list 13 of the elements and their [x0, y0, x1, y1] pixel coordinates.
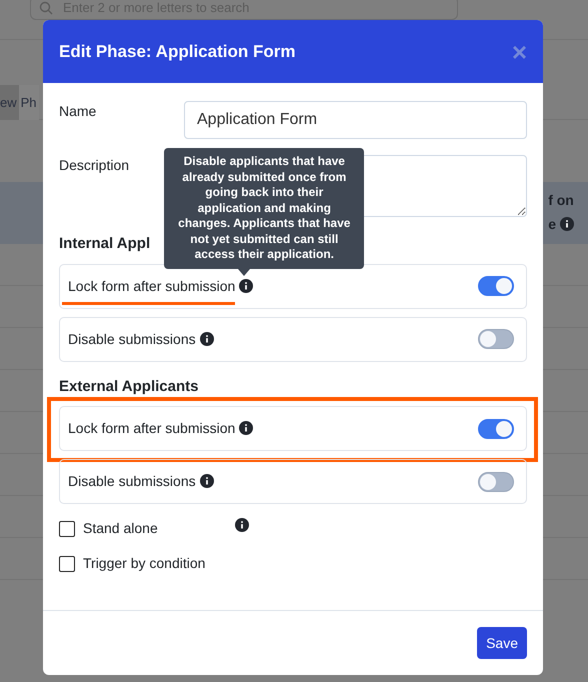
checkbox-label: Stand alone — [83, 519, 159, 538]
column-heading: f on — [548, 192, 574, 208]
section-heading: External Applicants — [59, 376, 198, 396]
modal-title: Edit Phase: Application Form — [59, 40, 296, 63]
toggle-label: Disable submissions — [68, 330, 196, 346]
toggle-label: Lock form after submission — [68, 420, 236, 436]
field-label: Description — [59, 156, 130, 175]
checkbox-label: Trigger by condition — [83, 554, 206, 573]
field-label: Name — [59, 102, 98, 121]
toggle-label: Lock form after submission — [68, 278, 236, 294]
section-heading: Internal Appl — [59, 234, 150, 254]
column-heading: e — [548, 216, 556, 232]
toggle-label: Disable submissions — [68, 473, 196, 489]
